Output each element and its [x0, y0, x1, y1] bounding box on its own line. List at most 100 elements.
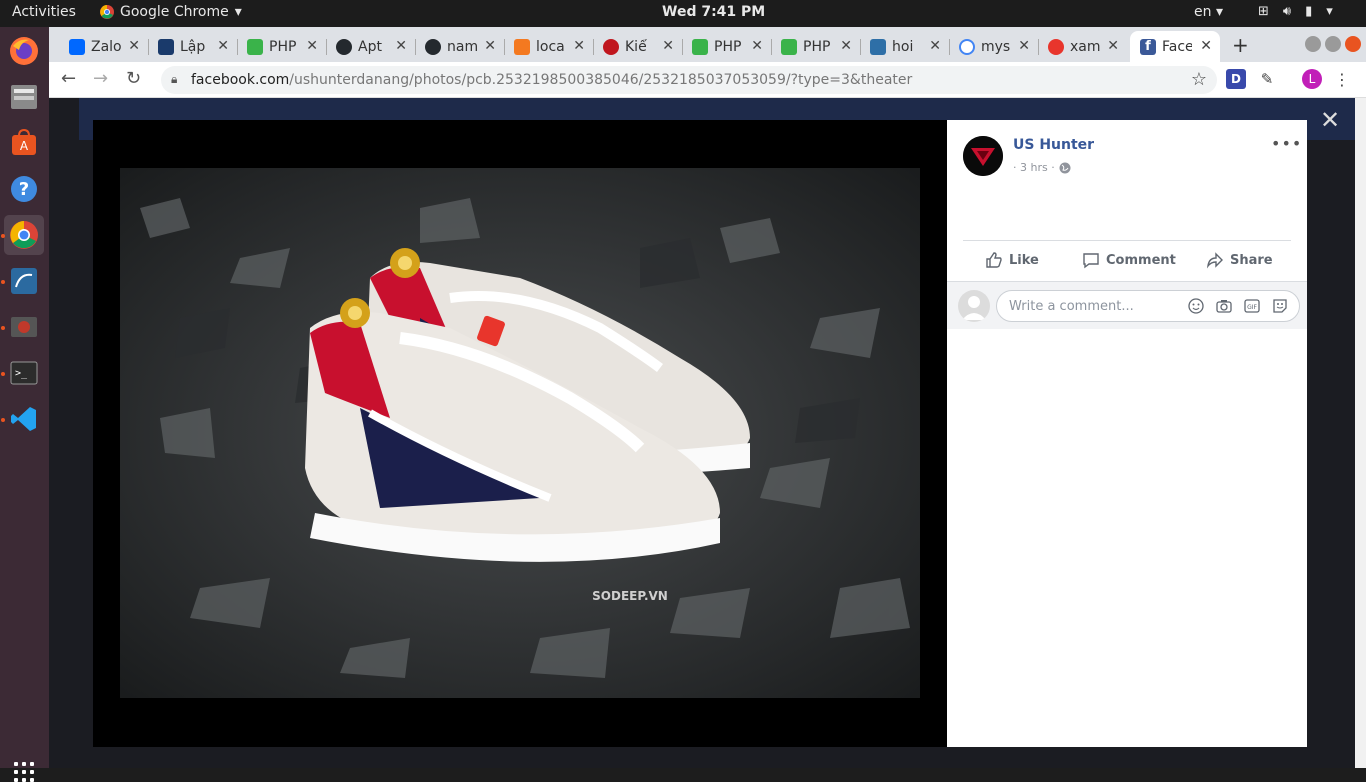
maximize-button[interactable]: [1325, 36, 1341, 52]
tab-apt[interactable]: Apt ✕: [326, 31, 415, 62]
tab-label: Apt: [358, 38, 382, 55]
extension-d-icon[interactable]: D: [1226, 69, 1246, 89]
close-icon[interactable]: ✕: [128, 38, 140, 54]
sneaker-photo: SODEEP.VN: [120, 168, 920, 698]
language-indicator[interactable]: en ▾: [1194, 4, 1223, 20]
comment-button[interactable]: Comment: [1082, 251, 1176, 269]
volume-icon: 🔊︎: [1282, 4, 1292, 19]
emoji-icon[interactable]: [1187, 297, 1205, 315]
app-menu[interactable]: Google Chrome ▾: [100, 4, 242, 20]
terminal-launcher[interactable]: >_: [4, 353, 44, 393]
page-avatar[interactable]: [963, 136, 1003, 176]
close-icon[interactable]: ✕: [1200, 38, 1212, 54]
like-button[interactable]: Like: [985, 251, 1039, 269]
reload-icon[interactable]: ↻: [126, 68, 141, 89]
chrome-launcher[interactable]: [4, 215, 44, 255]
close-icon[interactable]: ✕: [1107, 38, 1119, 54]
profile-avatar[interactable]: L: [1302, 69, 1322, 89]
like-label: Like: [1009, 252, 1039, 268]
bookmark-star-icon[interactable]: ☆: [1191, 69, 1207, 90]
show-apps-icon[interactable]: [14, 762, 34, 782]
eyedropper-icon[interactable]: ✎: [1257, 69, 1277, 89]
svg-text:A: A: [20, 139, 29, 153]
recorder-icon: [11, 317, 37, 337]
software-launcher[interactable]: A: [4, 123, 44, 163]
close-icon[interactable]: ✕: [395, 38, 407, 54]
page-scrollbar[interactable]: [1355, 98, 1366, 768]
close-icon[interactable]: ✕: [840, 38, 852, 54]
mysql-workbench-icon: [11, 268, 37, 294]
minimize-button[interactable]: [1305, 36, 1321, 52]
close-icon[interactable]: ✕: [1018, 38, 1030, 54]
files-launcher[interactable]: [4, 77, 44, 117]
more-options-icon[interactable]: •••: [1271, 134, 1302, 153]
address-bar[interactable]: 🔒︎ facebook.com/ushunterdanang/photos/pc…: [161, 66, 1217, 94]
vscode-launcher[interactable]: [4, 399, 44, 439]
post-author[interactable]: US Hunter: [1013, 137, 1094, 153]
divider: [963, 240, 1291, 241]
sticker-icon[interactable]: [1271, 297, 1289, 315]
close-icon[interactable]: ✕: [662, 38, 674, 54]
watermark: SODEEP.VN: [592, 589, 668, 603]
close-icon[interactable]: ✕: [751, 38, 763, 54]
post-photo[interactable]: SODEEP.VN: [120, 168, 920, 698]
php-icon: [781, 38, 797, 55]
activities-button[interactable]: Activities: [12, 4, 76, 20]
comment-composer: Write a comment... GIF: [947, 281, 1307, 329]
forward-icon[interactable]: →: [93, 68, 108, 89]
battery-icon: ▮: [1305, 4, 1313, 19]
files-icon: [11, 85, 37, 109]
tab-mysql[interactable]: mys ✕: [949, 31, 1038, 62]
close-theater-icon[interactable]: ✕: [1320, 106, 1340, 134]
tab-lap[interactable]: Lập ✕: [148, 31, 237, 62]
running-indicator: [1, 326, 5, 330]
tab-php-3[interactable]: PHP ✕: [771, 31, 860, 62]
tab-label: Zalo: [91, 38, 121, 55]
terminal-icon: >_: [10, 361, 38, 385]
browser-toolbar: ← → ↻ 🔒︎ facebook.com/ushunterdanang/pho…: [49, 62, 1366, 98]
mysql-workbench-launcher[interactable]: [4, 261, 44, 301]
default-user-icon: [962, 296, 986, 320]
running-indicator: [1, 372, 5, 376]
close-window-button[interactable]: [1345, 36, 1361, 52]
php-icon: [247, 38, 263, 55]
camera-icon[interactable]: [1215, 297, 1233, 315]
menu-icon[interactable]: ⋮: [1332, 69, 1352, 89]
tab-facebook[interactable]: f Face ✕: [1130, 31, 1220, 62]
tab-hoi[interactable]: hoi ✕: [860, 31, 949, 62]
tab-xam[interactable]: xam ✕: [1038, 31, 1127, 62]
post-timestamp[interactable]: · 3 hrs ·: [1013, 161, 1055, 174]
tab-zalo[interactable]: Zalo ✕: [59, 31, 148, 62]
us-hunter-logo-icon: [963, 136, 1003, 176]
software-store-icon: A: [12, 129, 36, 155]
share-button[interactable]: Share: [1206, 251, 1273, 269]
system-tray[interactable]: ⊞ 🔊︎ ▮ ▾: [1258, 4, 1333, 19]
notion-icon: [158, 38, 174, 55]
firefox-icon: [10, 37, 38, 65]
close-icon[interactable]: ✕: [306, 38, 318, 54]
tab-localhost[interactable]: loca ✕: [504, 31, 593, 62]
url-text[interactable]: facebook.com/ushunterdanang/photos/pcb.2…: [191, 72, 912, 88]
clock[interactable]: Wed 7:41 PM: [662, 4, 765, 20]
tab-label: Face: [1162, 38, 1192, 55]
running-indicator: [1, 280, 5, 284]
close-icon[interactable]: ✕: [573, 38, 585, 54]
firefox-launcher[interactable]: [4, 31, 44, 71]
screen-recorder-launcher[interactable]: [4, 307, 44, 347]
tab-kie[interactable]: Kiể ✕: [593, 31, 682, 62]
tab-php-1[interactable]: PHP ✕: [237, 31, 326, 62]
close-icon[interactable]: ✕: [929, 38, 941, 54]
tab-nam[interactable]: nam ✕: [415, 31, 504, 62]
comment-input[interactable]: Write a comment... GIF: [996, 290, 1300, 322]
user-avatar[interactable]: [958, 290, 990, 322]
new-tab-button[interactable]: +: [1232, 33, 1249, 57]
close-icon[interactable]: ✕: [217, 38, 229, 54]
tab-strip: Zalo ✕ Lập ✕ PHP ✕ Apt ✕ nam ✕ loca ✕ Kiể ✕ PHP…: [49, 27, 1366, 62]
help-launcher[interactable]: ?: [4, 169, 44, 209]
tab-php-2[interactable]: PHP ✕: [682, 31, 771, 62]
back-icon[interactable]: ←: [61, 68, 76, 89]
close-icon[interactable]: ✕: [484, 38, 496, 54]
running-indicator: [1, 234, 5, 238]
tab-label: PHP: [269, 38, 297, 55]
gif-icon[interactable]: GIF: [1243, 297, 1261, 315]
